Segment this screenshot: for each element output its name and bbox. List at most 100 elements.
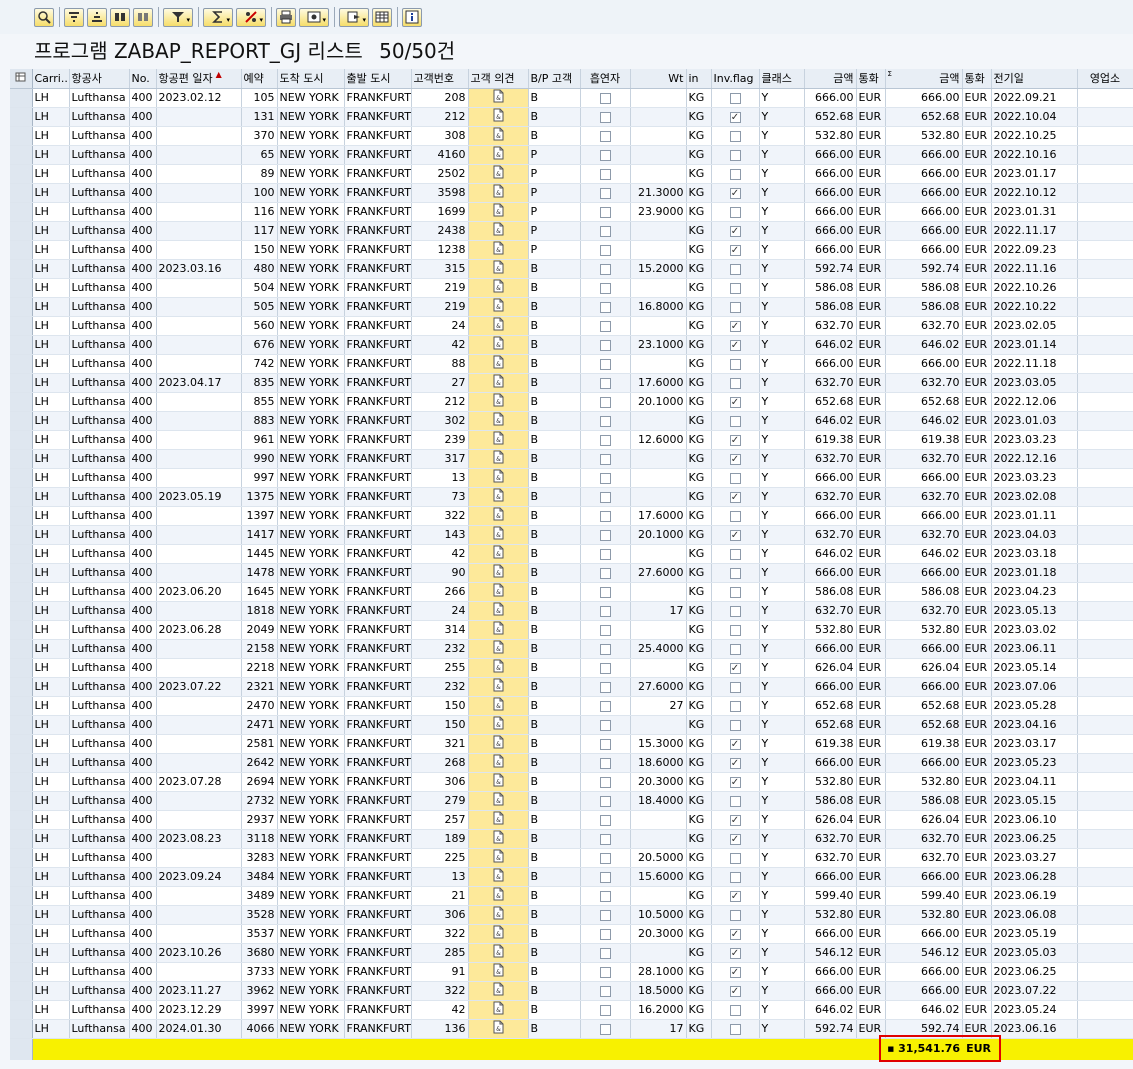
row-selector[interactable] [10,791,33,811]
inv-flag-checkbox[interactable] [729,415,741,427]
smoker-checkbox[interactable] [599,738,611,750]
table-row[interactable]: LH Lufthansa 400 2023.10.26 3680 NEW YORK FRAN… [10,943,1133,963]
inv-flag-checkbox[interactable] [729,358,741,370]
customer-note-cell[interactable]: & [468,905,529,925]
col-header-flight-no[interactable]: No. [129,69,157,89]
view-button[interactable]: ▾ [299,7,329,27]
col-header-customer-note[interactable]: 고객 의견 [468,69,529,89]
table-row[interactable]: LH Lufthansa 400 990 NEW YORK FRANKFURT 317 & B K… [10,449,1133,469]
customer-note-cell[interactable]: & [468,810,529,830]
table-row[interactable]: LH Lufthansa 400 2470 NEW YORK FRANKFURT 150 & B… [10,696,1133,716]
sort-ascending-button[interactable] [64,7,84,27]
table-row[interactable]: LH Lufthansa 400 2732 NEW YORK FRANKFURT 279 & B… [10,791,1133,811]
inv-flag-checkbox[interactable] [729,586,741,598]
customer-note-cell[interactable]: & [468,354,529,374]
row-selector[interactable] [10,202,33,222]
table-row[interactable]: LH Lufthansa 400 2023.07.28 2694 NEW YORK FRAN… [10,772,1133,792]
table-row[interactable]: LH Lufthansa 400 89 NEW YORK FRANKFURT 2502 & P K… [10,164,1133,184]
table-row[interactable]: LH Lufthansa 400 883 NEW YORK FRANKFURT 302 & B K… [10,411,1133,431]
row-selector[interactable] [10,772,33,792]
smoker-checkbox[interactable] [599,985,611,997]
smoker-checkbox[interactable] [599,168,611,180]
inv-flag-checkbox[interactable]: ✓ [729,339,741,351]
row-selector[interactable] [10,449,33,469]
table-row[interactable]: LH Lufthansa 400 742 NEW YORK FRANKFURT 88 & B KG… [10,354,1133,374]
customer-note-cell[interactable]: & [468,1019,529,1039]
customer-note-cell[interactable]: & [468,563,529,583]
row-selector[interactable] [10,468,33,488]
note-document-icon[interactable]: & [491,146,505,163]
inv-flag-checkbox[interactable]: ✓ [729,776,741,788]
note-document-icon[interactable]: & [491,925,505,942]
sort-descending-button[interactable] [87,7,107,27]
note-document-icon[interactable]: & [491,469,505,486]
customer-note-cell[interactable]: & [468,468,529,488]
row-selector[interactable] [10,867,33,887]
smoker-checkbox[interactable] [599,149,611,161]
layout-settings-icon[interactable] [10,69,33,89]
row-selector[interactable] [10,715,33,735]
customer-note-cell[interactable]: & [468,1000,529,1020]
customer-note-cell[interactable]: & [468,335,529,355]
smoker-checkbox[interactable] [599,681,611,693]
row-selector[interactable] [10,487,33,507]
layout-button[interactable] [372,7,392,27]
smoker-checkbox[interactable] [599,947,611,959]
smoker-checkbox[interactable] [599,1023,611,1035]
note-document-icon[interactable]: & [491,184,505,201]
note-document-icon[interactable]: & [491,203,505,220]
row-selector[interactable] [10,639,33,659]
row-selector[interactable] [10,145,33,165]
table-row[interactable]: LH Lufthansa 400 2023.06.28 2049 NEW YORK FRAN… [10,620,1133,640]
table-row[interactable]: LH Lufthansa 400 2023.03.16 480 NEW YORK FRANK… [10,259,1133,279]
customer-note-cell[interactable]: & [468,772,529,792]
note-document-icon[interactable]: & [491,1020,505,1037]
note-document-icon[interactable]: & [491,583,505,600]
inv-flag-checkbox[interactable]: ✓ [729,833,741,845]
table-row[interactable]: LH Lufthansa 400 2023.04.17 835 NEW YORK FRANK… [10,373,1133,393]
row-selector[interactable] [10,411,33,431]
print-button[interactable] [276,7,296,27]
note-document-icon[interactable]: & [491,298,505,315]
table-row[interactable]: LH Lufthansa 400 1417 NEW YORK FRANKFURT 143 & B… [10,525,1133,545]
row-selector[interactable] [10,1000,33,1020]
customer-note-cell[interactable]: & [468,430,529,450]
smoker-checkbox[interactable] [599,320,611,332]
row-selector[interactable] [10,164,33,184]
note-document-icon[interactable]: & [491,697,505,714]
customer-note-cell[interactable]: & [468,981,529,1001]
note-document-icon[interactable]: & [491,735,505,752]
table-row[interactable]: LH Lufthansa 400 2023.06.20 1645 NEW YORK FRAN… [10,582,1133,602]
row-selector[interactable] [10,658,33,678]
smoker-checkbox[interactable] [599,605,611,617]
customer-note-cell[interactable]: & [468,316,529,336]
export-button[interactable]: ▾ [339,7,369,27]
table-row[interactable]: LH Lufthansa 400 855 NEW YORK FRANKFURT 212 & B 2… [10,392,1133,412]
col-header-class[interactable]: 클래스 [759,69,805,89]
row-selector[interactable] [10,886,33,906]
customer-note-cell[interactable]: & [468,183,529,203]
note-document-icon[interactable]: & [491,89,505,106]
inv-flag-checkbox[interactable]: ✓ [729,111,741,123]
note-document-icon[interactable]: & [491,773,505,790]
table-row[interactable]: LH Lufthansa 400 65 NEW YORK FRANKFURT 4160 & P K… [10,145,1133,165]
table-row[interactable]: LH Lufthansa 400 3489 NEW YORK FRANKFURT 21 & B K… [10,886,1133,906]
col-header-arrival-city[interactable]: 도착 도시 [277,69,345,89]
customer-note-cell[interactable]: & [468,411,529,431]
row-selector[interactable] [10,753,33,773]
customer-note-cell[interactable]: & [468,240,529,260]
col-header-currency-1[interactable]: 통화 [856,69,886,89]
smoker-checkbox[interactable] [599,548,611,560]
inv-flag-checkbox[interactable] [729,1023,741,1035]
inv-flag-checkbox[interactable] [729,567,741,579]
note-document-icon[interactable]: & [491,241,505,258]
smoker-checkbox[interactable] [599,833,611,845]
subtotal-button[interactable]: ▾ [236,7,266,27]
smoker-checkbox[interactable] [599,776,611,788]
row-selector[interactable] [10,335,33,355]
table-row[interactable]: LH Lufthansa 400 676 NEW YORK FRANKFURT 42 & B 23… [10,335,1133,355]
note-document-icon[interactable]: & [491,450,505,467]
table-row[interactable]: LH Lufthansa 400 2023.02.12 105 NEW YORK FRANK… [10,88,1133,108]
customer-note-cell[interactable]: & [468,221,529,241]
customer-note-cell[interactable]: & [468,202,529,222]
